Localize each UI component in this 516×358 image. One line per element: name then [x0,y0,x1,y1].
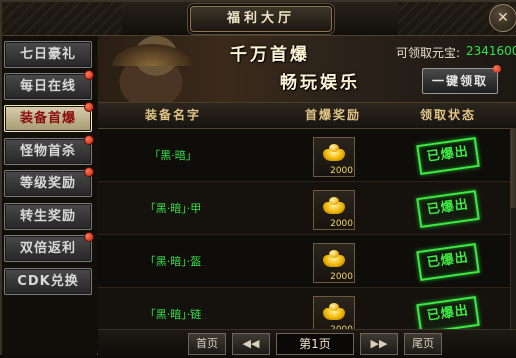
sidebar-item-label: CDK兑换 [17,274,79,289]
window-title: 福利大厅 [190,6,332,32]
equipment-name: 「黑·暗」·链 [144,308,202,321]
reward-slot[interactable]: 2000 [313,243,355,283]
table-row: 「黑·暗」·甲 2000 已爆出 [98,182,516,235]
sidebar-item-level-reward[interactable]: 等级奖励 [4,167,94,197]
claim-status-stamp: 已爆出 [416,295,480,329]
banner-hat-image [112,44,192,66]
equipment-name: 「黑·暗」·盔 [144,255,202,268]
notification-dot-icon [493,65,501,73]
current-page-indicator: 第1页 [276,333,354,355]
banner-slogan-2: 畅玩娱乐 [280,73,360,93]
sidebar-item-label: 双倍返利 [19,241,76,256]
sidebar-item-daily-online[interactable]: 每日在线 [4,70,94,100]
title-ornament-left [2,2,122,35]
notification-dot-icon [84,70,94,80]
claim-status-stamp: 已爆出 [416,242,480,282]
sidebar-item-label: 七日豪礼 [19,47,76,62]
gold-ingot-icon [323,144,345,161]
claimable-gold-value: 23416000 [466,44,516,58]
welfare-hall-window: 福利大厅 ✕ 七日豪礼 每日在线 装备首爆 怪物首杀 等级奖励 转生奖励 双倍返… [0,0,516,358]
reward-slot[interactable]: 2000 [313,137,355,177]
sidebar-item-label: 怪物首杀 [19,144,76,159]
sidebar-item-double-rebate[interactable]: 双倍返利 [4,232,94,262]
first-page-button[interactable]: 首页 [188,333,226,355]
gold-ingot-icon [323,197,345,214]
equipment-name: 「黑·暗」 [149,149,197,162]
reward-amount: 2000 [330,272,353,282]
sidebar-item-rebirth-reward[interactable]: 转生奖励 [4,203,92,230]
table-row: 「黑·暗」·链 2000 已爆出 [98,288,516,329]
claimable-gold-label: 可领取元宝: [396,46,461,60]
sidebar-item-label: 转生奖励 [19,209,76,224]
gold-ingot-icon [323,303,345,320]
prev-page-button[interactable]: ◀◀ [232,333,270,355]
pagination: 首页 ◀◀ 第1页 ▶▶ 尾页 [98,329,516,358]
sidebar-item-cdk-redeem[interactable]: CDK兑换 [4,268,92,295]
reward-slot[interactable]: 2000 [313,190,355,230]
table-row: 「黑·暗」 2000 已爆出 [98,129,516,182]
sidebar-item-monster-first-kill[interactable]: 怪物首杀 [4,135,94,165]
claim-status-stamp: 已爆出 [416,189,480,229]
reward-slot[interactable]: 2000 [313,296,355,329]
claim-all-button[interactable]: 一键领取 [422,65,501,94]
column-header-equipment-name: 装备名字 [144,108,201,122]
scrollbar-thumb[interactable] [511,128,516,208]
first-drop-table: 装备名字 首爆奖励 领取状态 「黑·暗」 2000 已爆出 「黑·暗」·甲 20… [98,103,516,329]
banner-slogan-1: 千万首爆 [230,45,310,65]
sidebar-item-label: 每日在线 [19,79,76,94]
notification-dot-icon [84,135,94,145]
sidebar-item-label: 装备首爆 [19,111,76,126]
equipment-name: 「黑·暗」·甲 [144,202,202,215]
next-page-button[interactable]: ▶▶ [360,333,398,355]
sidebar-item-label: 等级奖励 [19,176,76,191]
sidebar-item-equipment-first-drop[interactable]: 装备首爆 [4,102,94,132]
reward-amount: 2000 [330,166,353,176]
sidebar-item-seven-day-gift[interactable]: 七日豪礼 [4,41,92,68]
gold-ingot-icon [323,250,345,267]
column-header-first-drop-reward: 首爆奖励 [304,108,361,122]
title-bar: 福利大厅 ✕ [2,2,516,36]
table-row: 「黑·暗」·盔 2000 已爆出 [98,235,516,288]
notification-dot-icon [84,102,94,112]
close-icon[interactable]: ✕ [489,4,516,32]
claim-all-label: 一键领取 [431,74,488,88]
notification-dot-icon [84,232,94,242]
sidebar: 七日豪礼 每日在线 装备首爆 怪物首杀 等级奖励 转生奖励 双倍返利 CDK兑换 [2,36,97,357]
promo-banner: 千万首爆 畅玩娱乐 可领取元宝: 23416000 一键领取 [98,36,516,103]
claim-status-stamp: 已爆出 [416,136,480,176]
notification-dot-icon [84,167,94,177]
last-page-button[interactable]: 尾页 [404,333,442,355]
column-header-claim-status: 领取状态 [419,108,476,122]
reward-amount: 2000 [330,219,353,229]
table-header: 装备名字 首爆奖励 领取状态 [98,103,516,129]
table-scrollbar[interactable] [510,128,516,329]
